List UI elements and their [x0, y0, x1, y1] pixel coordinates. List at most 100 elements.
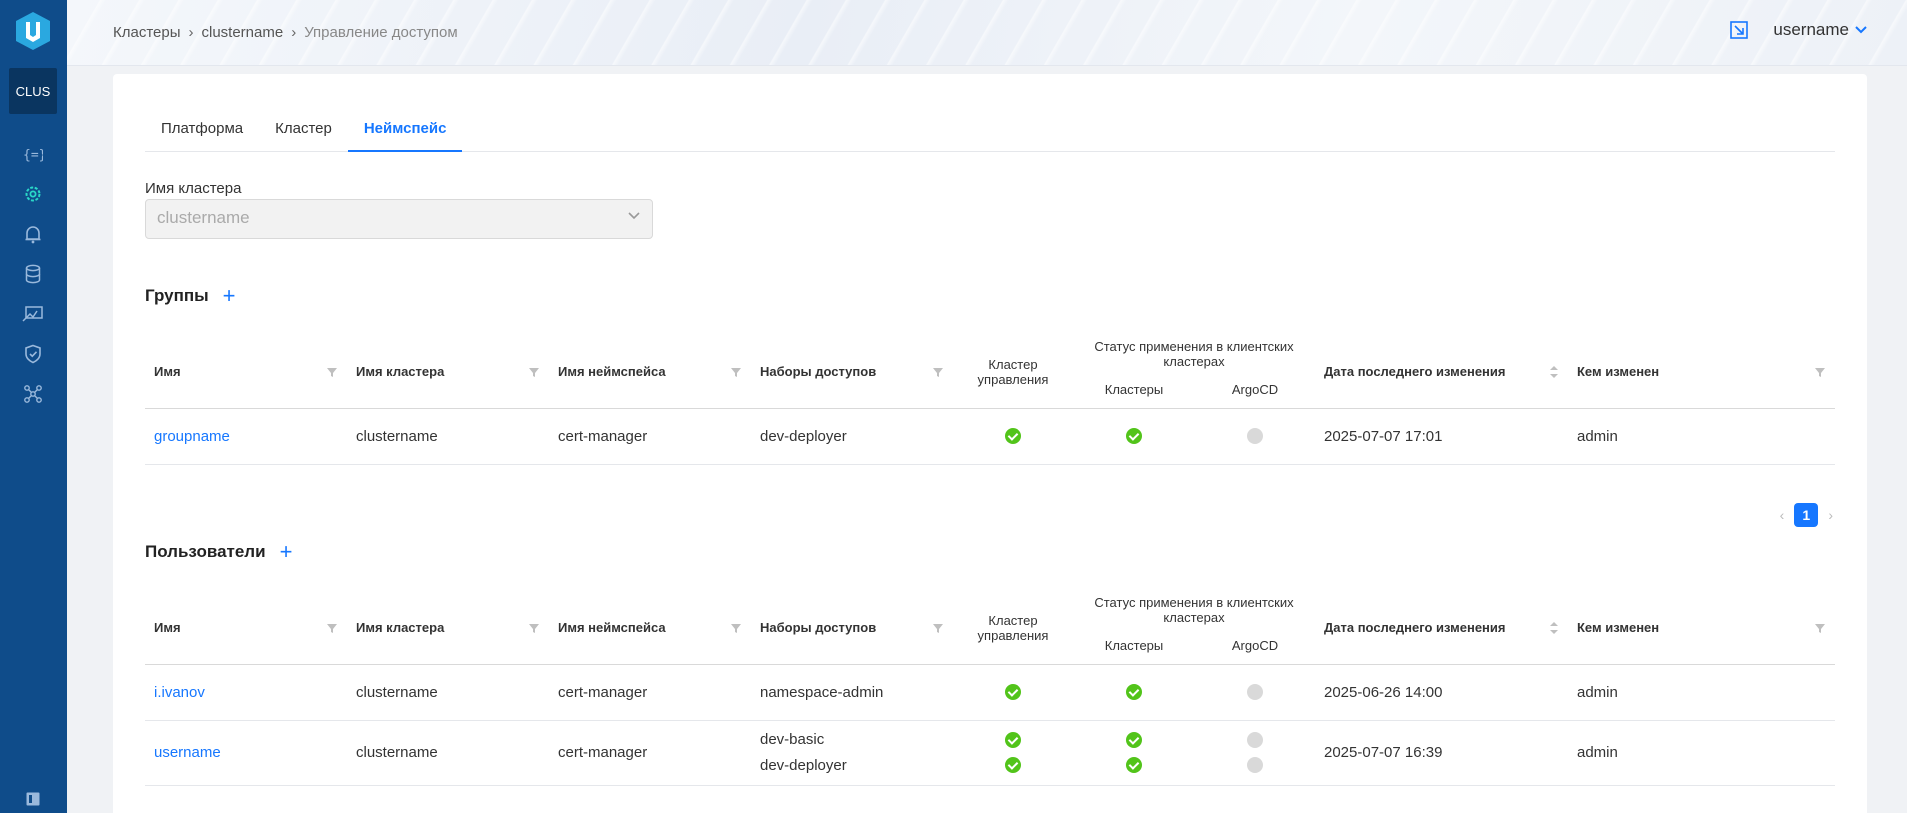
- next-page-icon[interactable]: ›: [1828, 507, 1833, 523]
- mgmt-status-cell: [953, 664, 1073, 721]
- deploy-icon[interactable]: [21, 302, 45, 326]
- chevron-right-icon: ›: [291, 24, 297, 41]
- access-sets-cell: dev-deployer: [751, 408, 953, 465]
- users-title: Пользователи: [145, 542, 266, 561]
- col-mgmt-cluster: Кластер управления: [977, 612, 1049, 643]
- prev-page-icon[interactable]: ‹: [1780, 507, 1785, 523]
- check-circle-icon: [1126, 757, 1142, 773]
- col-name: Имя: [154, 364, 181, 380]
- filter-icon[interactable]: [730, 366, 742, 378]
- name-cell: groupname: [145, 408, 347, 465]
- network-icon[interactable]: [21, 382, 45, 406]
- check-circle-icon: [1126, 428, 1142, 444]
- breadcrumb-clusters[interactable]: Кластеры: [113, 24, 181, 41]
- collapse-sidebar-icon[interactable]: [26, 792, 40, 806]
- filter-icon[interactable]: [932, 622, 944, 634]
- mgmt-status-cell: [953, 720, 1073, 786]
- col-clusters: Кластеры: [1104, 638, 1164, 654]
- settings-gear-icon[interactable]: [21, 182, 45, 206]
- argocd-status-cell: [1195, 408, 1315, 465]
- clusters-status-cell: [1073, 664, 1195, 721]
- filter-icon[interactable]: [326, 622, 338, 634]
- cluster-cell: clustername: [347, 720, 549, 786]
- filter-icon[interactable]: [730, 622, 742, 634]
- name-link[interactable]: username: [154, 744, 221, 761]
- breadcrumb-current: Управление доступом: [304, 24, 458, 41]
- external-link-icon[interactable]: [1729, 20, 1749, 40]
- users-section-title: Пользователи +: [145, 541, 292, 563]
- name-link[interactable]: groupname: [154, 428, 230, 445]
- table-row: i.ivanov clustername cert-manager namespace…: [145, 664, 1835, 721]
- access-sets-list: dev-basic dev-deployer: [760, 731, 944, 774]
- username-label: username: [1773, 20, 1849, 39]
- table-row: groupname clustername cert-manager dev-depl…: [145, 408, 1835, 465]
- access-sets-cell: namespace-admin: [751, 664, 953, 721]
- chevron-down-icon: [628, 212, 640, 220]
- filter-icon[interactable]: [1814, 622, 1826, 634]
- filter-icon[interactable]: [932, 366, 944, 378]
- access-sets-list: namespace-admin: [760, 684, 944, 701]
- app-logo-icon[interactable]: [12, 10, 54, 52]
- database-icon[interactable]: [21, 262, 45, 286]
- tab-namespace[interactable]: Неймспейс: [347, 112, 463, 152]
- status-none-icon: [1247, 428, 1263, 444]
- shield-icon[interactable]: [21, 342, 45, 366]
- argocd-status-cell: [1195, 720, 1315, 786]
- access-set-item: dev-deployer: [760, 427, 847, 445]
- cluster-name-select[interactable]: clustername: [145, 199, 653, 239]
- col-namespace: Имя неймспейса: [558, 364, 666, 380]
- breadcrumb: Кластеры › clustername › Управление дост…: [113, 24, 458, 41]
- code-brackets-icon[interactable]: {=}: [21, 142, 45, 166]
- col-modified-by: Кем изменен: [1577, 364, 1660, 380]
- name-link[interactable]: i.ivanov: [154, 684, 205, 701]
- filter-icon[interactable]: [528, 622, 540, 634]
- access-sets-cell: dev-basic dev-deployer: [751, 720, 953, 786]
- page-number[interactable]: 1: [1794, 503, 1819, 527]
- tab-platform[interactable]: Платформа: [145, 112, 259, 152]
- sort-icon[interactable]: [1549, 365, 1559, 379]
- cluster-name-value: clustername: [157, 208, 250, 227]
- mgmt-status-list: [962, 428, 1064, 444]
- name-cell: i.ivanov: [145, 664, 347, 721]
- modified-by-cell: admin: [1568, 664, 1835, 721]
- name-cell: username: [145, 720, 347, 786]
- user-menu[interactable]: username: [1773, 20, 1867, 40]
- groups-section-title: Группы +: [145, 285, 236, 307]
- check-circle-icon: [1005, 732, 1021, 748]
- argocd-status-list: [1204, 732, 1306, 773]
- table-row: username clustername cert-manager dev-basic…: [145, 720, 1835, 786]
- add-user-button[interactable]: +: [280, 541, 293, 563]
- main-content: Платформа Кластер Неймспейс Имя кластера…: [113, 74, 1867, 813]
- col-apply-status: Статус применения в клиентских кластерах: [1094, 595, 1294, 625]
- mgmt-status-list: [962, 684, 1064, 700]
- groups-pagination: ‹ 1 ›: [1780, 503, 1833, 527]
- access-set-item: dev-basic: [760, 731, 825, 748]
- namespace-cell: cert-manager: [549, 408, 751, 465]
- namespace-cell: cert-manager: [549, 720, 751, 786]
- col-argocd: ArgoCD: [1231, 382, 1279, 398]
- filter-icon[interactable]: [1814, 366, 1826, 378]
- col-mgmt-cluster: Кластер управления: [977, 356, 1049, 387]
- tab-cluster[interactable]: Кластер: [259, 112, 348, 152]
- filter-icon[interactable]: [326, 366, 338, 378]
- cluster-badge[interactable]: CLUS: [9, 68, 57, 114]
- sort-icon[interactable]: [1549, 621, 1559, 635]
- col-access-sets: Наборы доступов: [760, 364, 877, 380]
- add-group-button[interactable]: +: [223, 285, 236, 307]
- access-sets-list: dev-deployer: [760, 428, 944, 445]
- argocd-status-list: [1204, 684, 1306, 700]
- last-modified-cell: 2025-07-07 17:01: [1315, 408, 1568, 465]
- sidebar: CLUS {=}: [0, 0, 67, 813]
- col-name: Имя: [154, 620, 181, 636]
- bell-icon[interactable]: [21, 222, 45, 246]
- col-last-modified: Дата последнего изменения: [1324, 620, 1506, 636]
- col-cluster: Имя кластера: [356, 364, 445, 380]
- mgmt-status-cell: [953, 408, 1073, 465]
- filter-icon[interactable]: [528, 366, 540, 378]
- chevron-right-icon: ›: [188, 24, 194, 41]
- chevron-down-icon: [1855, 26, 1867, 34]
- access-set-item: dev-deployer: [760, 757, 847, 774]
- check-circle-icon: [1005, 684, 1021, 700]
- clusters-status-list: [1082, 684, 1186, 700]
- breadcrumb-cluster[interactable]: clustername: [202, 24, 284, 41]
